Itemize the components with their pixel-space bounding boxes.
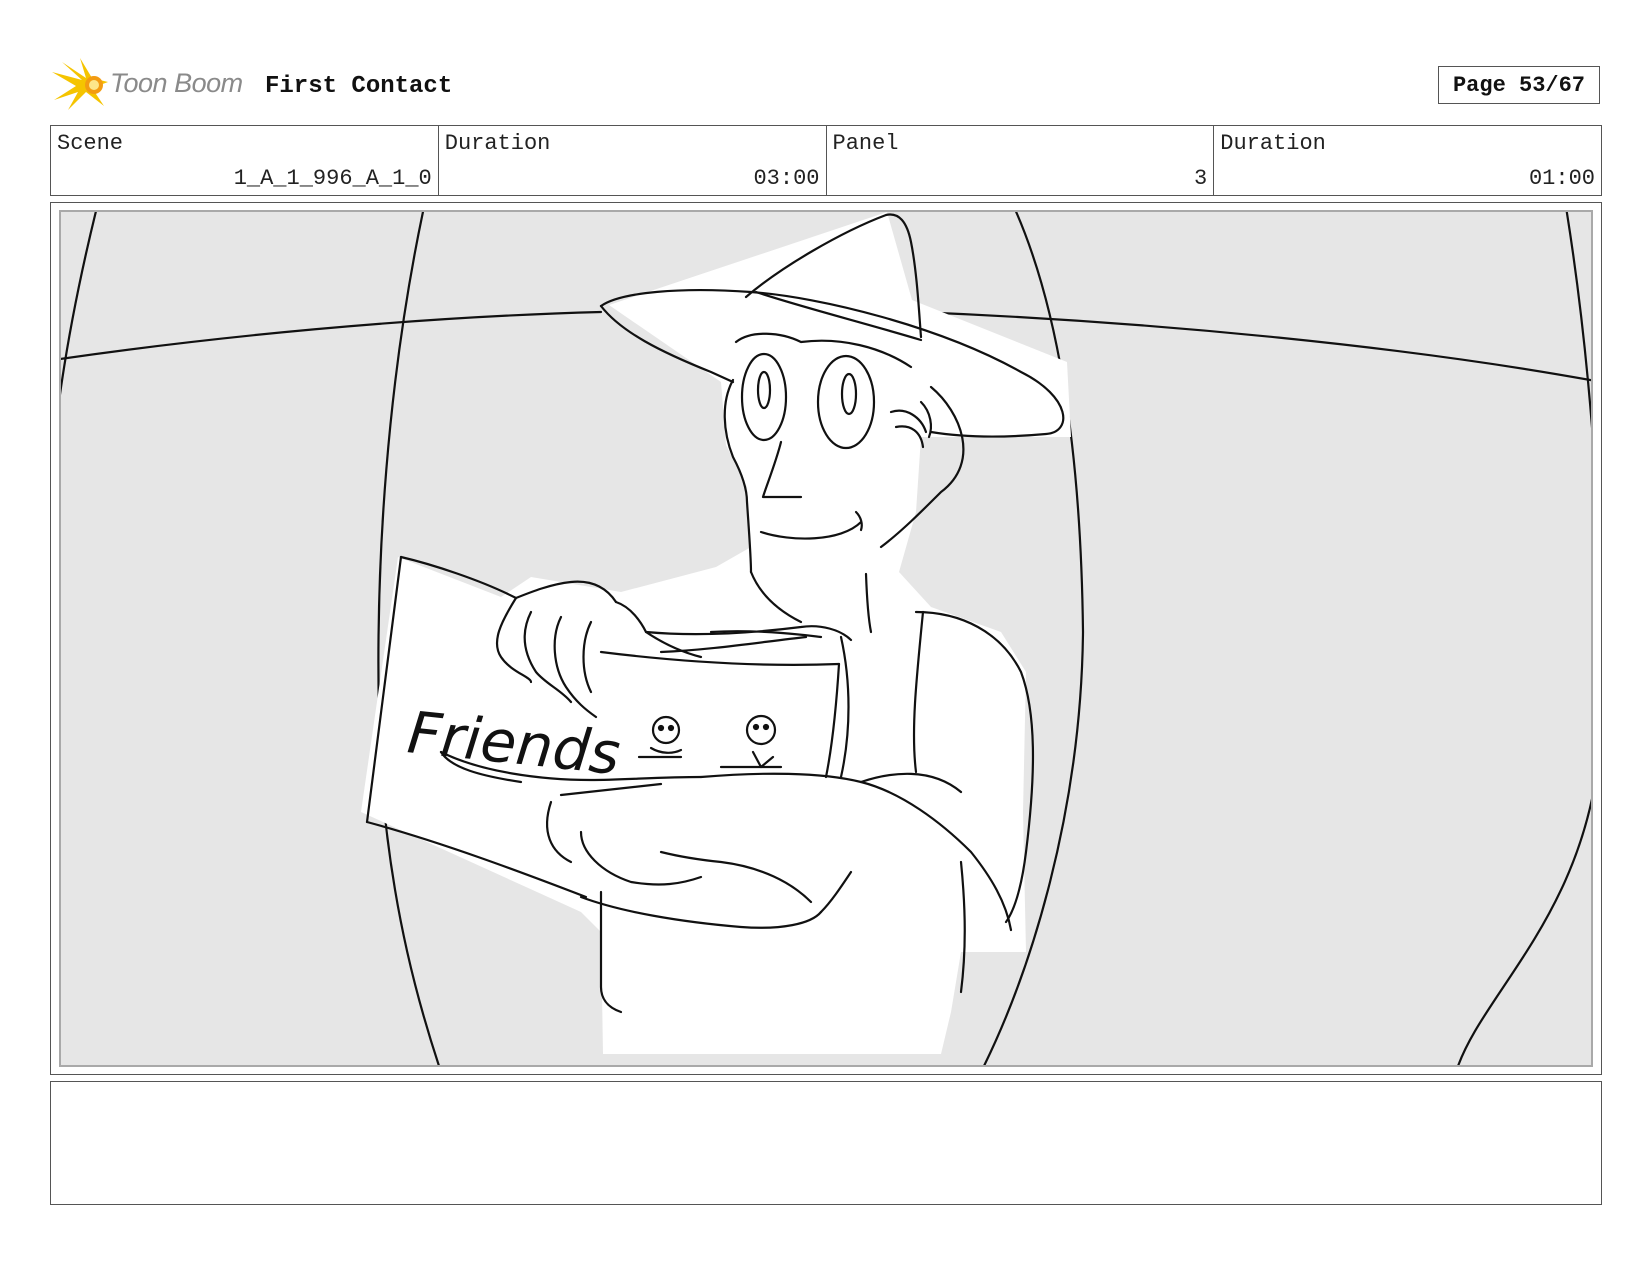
scene-duration-value: 03:00 (753, 166, 820, 191)
toon-boom-logo: Toon Boom (52, 58, 252, 114)
panel-duration-cell: Duration 01:00 (1214, 126, 1601, 195)
panel-drawing: Friends (59, 210, 1593, 1067)
farmer-sketch-drawing: Friends (61, 212, 1591, 1065)
page-number: Page 53/67 (1438, 66, 1600, 104)
scene-value: 1_A_1_996_A_1_0 (233, 166, 432, 191)
panel-notes (50, 1081, 1602, 1205)
panel-cell: Panel 3 (827, 126, 1215, 195)
scene-cell: Scene 1_A_1_996_A_1_0 (51, 126, 439, 195)
project-title: First Contact (265, 73, 453, 100)
starburst-logo-icon (52, 58, 108, 110)
scene-duration-cell: Duration 03:00 (439, 126, 827, 195)
logo-text: Toon Boom (110, 68, 243, 98)
panel-label: Panel (832, 131, 899, 156)
storyboard-panel: Friends (50, 202, 1602, 1075)
scene-info-table: Scene 1_A_1_996_A_1_0 Duration 03:00 Pan… (50, 125, 1602, 196)
panel-duration-label: Duration (1220, 131, 1326, 156)
panel-value: 3 (1194, 166, 1208, 191)
scene-label: Scene (57, 131, 124, 156)
panel-duration-value: 01:00 (1528, 166, 1595, 191)
scene-duration-label: Duration (444, 131, 551, 156)
